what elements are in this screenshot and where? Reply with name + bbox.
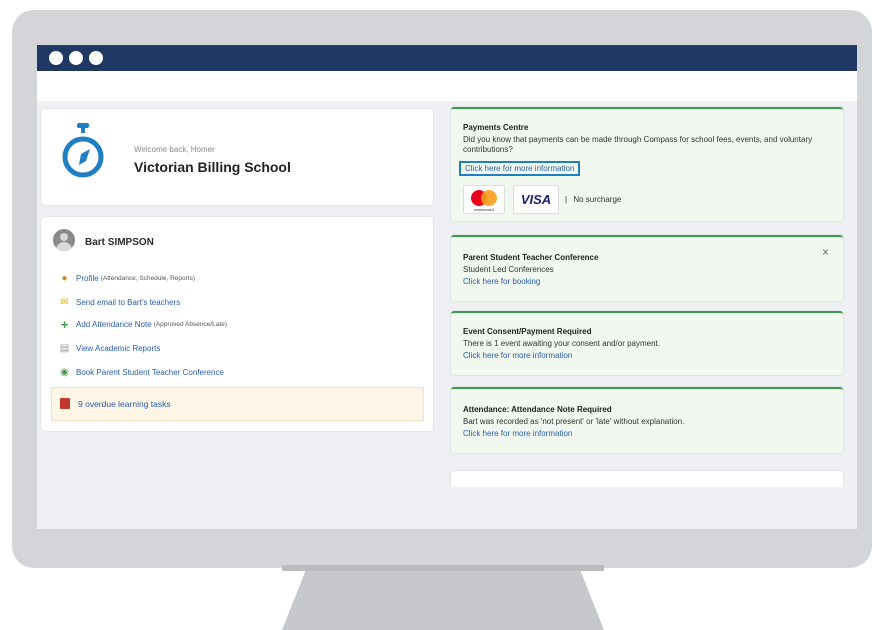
add-attendance-note-label: Add Attendance Note: [76, 320, 152, 329]
compass-logo-icon: [62, 123, 104, 178]
partial-card: [451, 471, 843, 487]
visa-logo: VISA: [513, 185, 559, 214]
person-icon: ●: [61, 273, 68, 284]
academic-reports-link[interactable]: ▤ View Academic Reports: [59, 343, 161, 354]
school-card: Welcome back, Homer Victorian Billing Sc…: [41, 109, 433, 205]
window-dot-3[interactable]: [89, 51, 103, 65]
student-name: Bart SIMPSON: [85, 237, 154, 248]
task-icon: [60, 398, 70, 409]
conference-text: Student Led Conferences: [463, 265, 554, 274]
window-dot-2[interactable]: [69, 51, 83, 65]
no-surcharge-text: | No surcharge: [565, 195, 621, 204]
surcharge-label: No surcharge: [573, 195, 622, 204]
window-dot-1[interactable]: [49, 51, 63, 65]
student-card: Bart SIMPSON ● Profile (Attendance, Sche…: [41, 217, 433, 431]
profile-label: Profile: [76, 274, 99, 283]
envelope-icon: ✉: [60, 297, 69, 308]
screen: Welcome back, Homer Victorian Billing Sc…: [37, 45, 857, 529]
monitor-stand: [282, 565, 604, 630]
surcharge-separator: |: [565, 195, 568, 204]
add-attendance-note-sublabel: (Approved Absence/Late): [153, 321, 227, 328]
mastercard-icon: mastercard: [471, 190, 497, 212]
conference-booking-link[interactable]: Click here for booking: [463, 277, 540, 286]
book-conference-label: Book Parent Student Teacher Conference: [76, 368, 224, 377]
avatar: [53, 229, 75, 251]
attendance-text: Bart was recorded as 'not present' or 'l…: [463, 417, 685, 426]
book-conference-link[interactable]: ◉ Book Parent Student Teacher Conference: [59, 367, 224, 378]
email-teachers-label: Send email to Bart's teachers: [76, 298, 181, 307]
attendance-title: Attendance: Attendance Note Required: [463, 405, 612, 414]
profile-sublabel: (Attendance, Schedule, Reports): [100, 275, 195, 282]
welcome-text: Welcome back, Homer: [134, 145, 215, 154]
mastercard-logo: mastercard: [463, 185, 505, 214]
email-teachers-link[interactable]: ✉ Send email to Bart's teachers: [59, 297, 180, 308]
conference-notice: Parent Student Teacher Conference Studen…: [451, 235, 843, 301]
attendance-notice: Attendance: Attendance Note Required Bar…: [451, 387, 843, 453]
attendance-link[interactable]: Click here for more information: [463, 429, 572, 438]
monitor-stand-shadow: [282, 565, 604, 571]
screen-bottom-band: [37, 487, 857, 529]
add-attendance-note-link[interactable]: + Add Attendance Note (Approved Absence/…: [59, 317, 227, 332]
event-consent-link[interactable]: Click here for more information: [463, 351, 572, 360]
plus-icon: +: [60, 317, 69, 332]
overdue-tasks-label: 9 overdue learning tasks: [78, 399, 171, 409]
document-icon: ▤: [59, 343, 70, 354]
profile-link[interactable]: ● Profile (Attendance, Schedule, Reports…: [59, 273, 195, 284]
payments-centre-notice: Payments Centre Did you know that paymen…: [451, 107, 843, 221]
payments-text: Did you know that payments can be made t…: [463, 135, 813, 154]
event-consent-notice: Event Consent/Payment Required There is …: [451, 311, 843, 375]
academic-reports-label: View Academic Reports: [76, 344, 161, 353]
window-titlebar: [37, 45, 857, 71]
payments-title: Payments Centre: [463, 123, 529, 132]
svg-text:mastercard: mastercard: [474, 207, 494, 212]
payments-info-link[interactable]: Click here for more information: [459, 161, 581, 176]
close-icon[interactable]: ×: [822, 245, 829, 259]
school-name: Victorian Billing School: [134, 159, 291, 175]
overdue-tasks-banner[interactable]: 9 overdue learning tasks: [51, 387, 424, 421]
app-area: Welcome back, Homer Victorian Billing Sc…: [37, 101, 857, 487]
conference-title: Parent Student Teacher Conference: [463, 253, 599, 262]
people-icon: ◉: [60, 367, 69, 378]
event-consent-title: Event Consent/Payment Required: [463, 327, 592, 336]
event-consent-text: There is 1 event awaiting your consent a…: [463, 339, 660, 348]
